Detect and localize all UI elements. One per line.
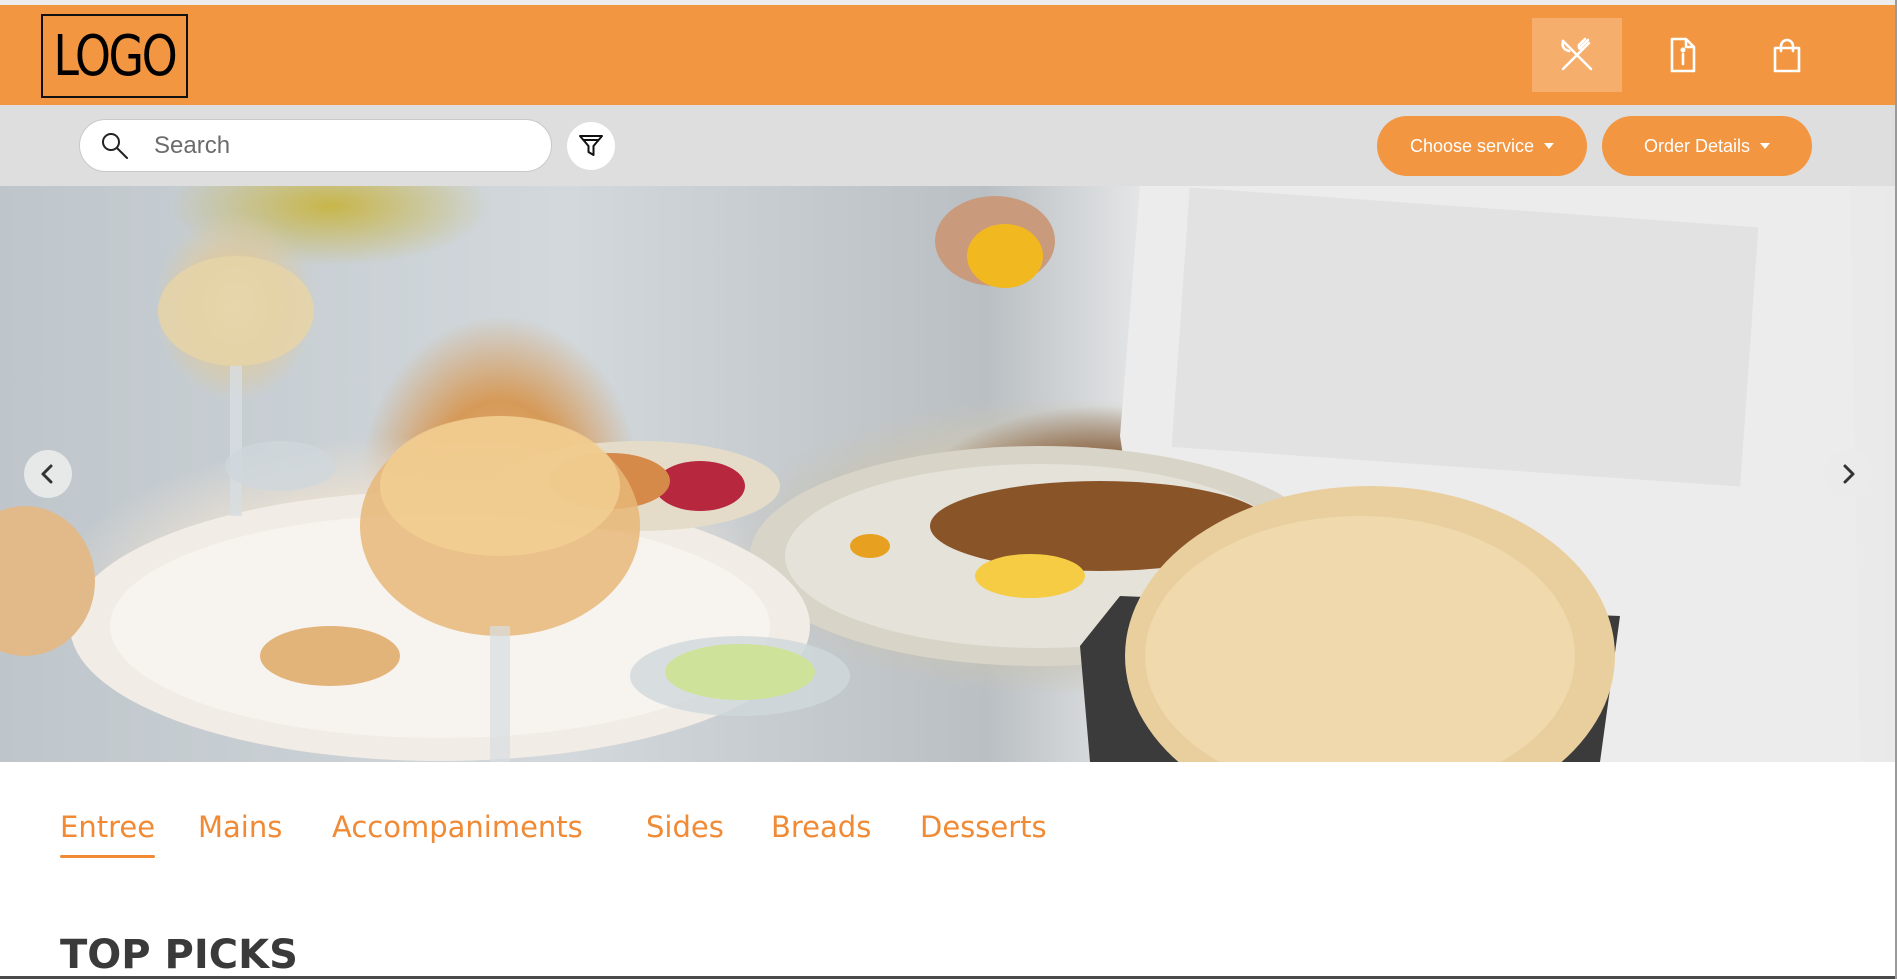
logo-text: LOGO (53, 23, 178, 89)
search-input[interactable] (154, 128, 534, 164)
app-header: LOGO (0, 5, 1897, 105)
choose-service-label: Choose service (1409, 135, 1535, 156)
cart-button[interactable] (1742, 18, 1832, 92)
chevron-left-icon (41, 464, 53, 484)
carousel-prev-button[interactable] (24, 450, 72, 498)
tab-mains[interactable]: Mains (198, 810, 282, 856)
utensils-icon (1561, 37, 1593, 71)
carousel-next-button[interactable] (1824, 450, 1872, 498)
chevron-right-icon (1843, 464, 1855, 484)
tab-sides[interactable]: Sides (646, 810, 724, 856)
toolbar: Choose service Order Details (0, 105, 1897, 186)
menu-nav-button[interactable] (1532, 18, 1622, 92)
tab-accompaniments[interactable]: Accompaniments (332, 810, 583, 856)
hero-banner (0, 186, 1897, 762)
filter-button[interactable] (567, 122, 615, 170)
order-details-label: Order Details (1643, 135, 1751, 156)
caret-down-icon (1544, 143, 1555, 149)
filter-icon (579, 135, 603, 156)
order-info-button[interactable] (1637, 18, 1727, 92)
search-box (79, 119, 552, 172)
caret-down-icon (1760, 143, 1771, 149)
document-info-icon (1670, 37, 1696, 73)
tab-desserts[interactable]: Desserts (920, 810, 1047, 856)
category-tabs: Entree Mains Accompaniments Sides Breads… (0, 762, 1897, 882)
hero-image (0, 186, 1860, 762)
logo[interactable]: LOGO (41, 14, 188, 98)
section-title: TOP PICKS (60, 932, 298, 978)
choose-service-dropdown[interactable]: Choose service (1377, 116, 1587, 176)
order-details-dropdown[interactable]: Order Details (1602, 116, 1812, 176)
tab-breads[interactable]: Breads (771, 810, 871, 856)
search-icon (102, 133, 128, 159)
shopping-bag-icon (1773, 38, 1801, 73)
tab-entree[interactable]: Entree (60, 810, 156, 858)
